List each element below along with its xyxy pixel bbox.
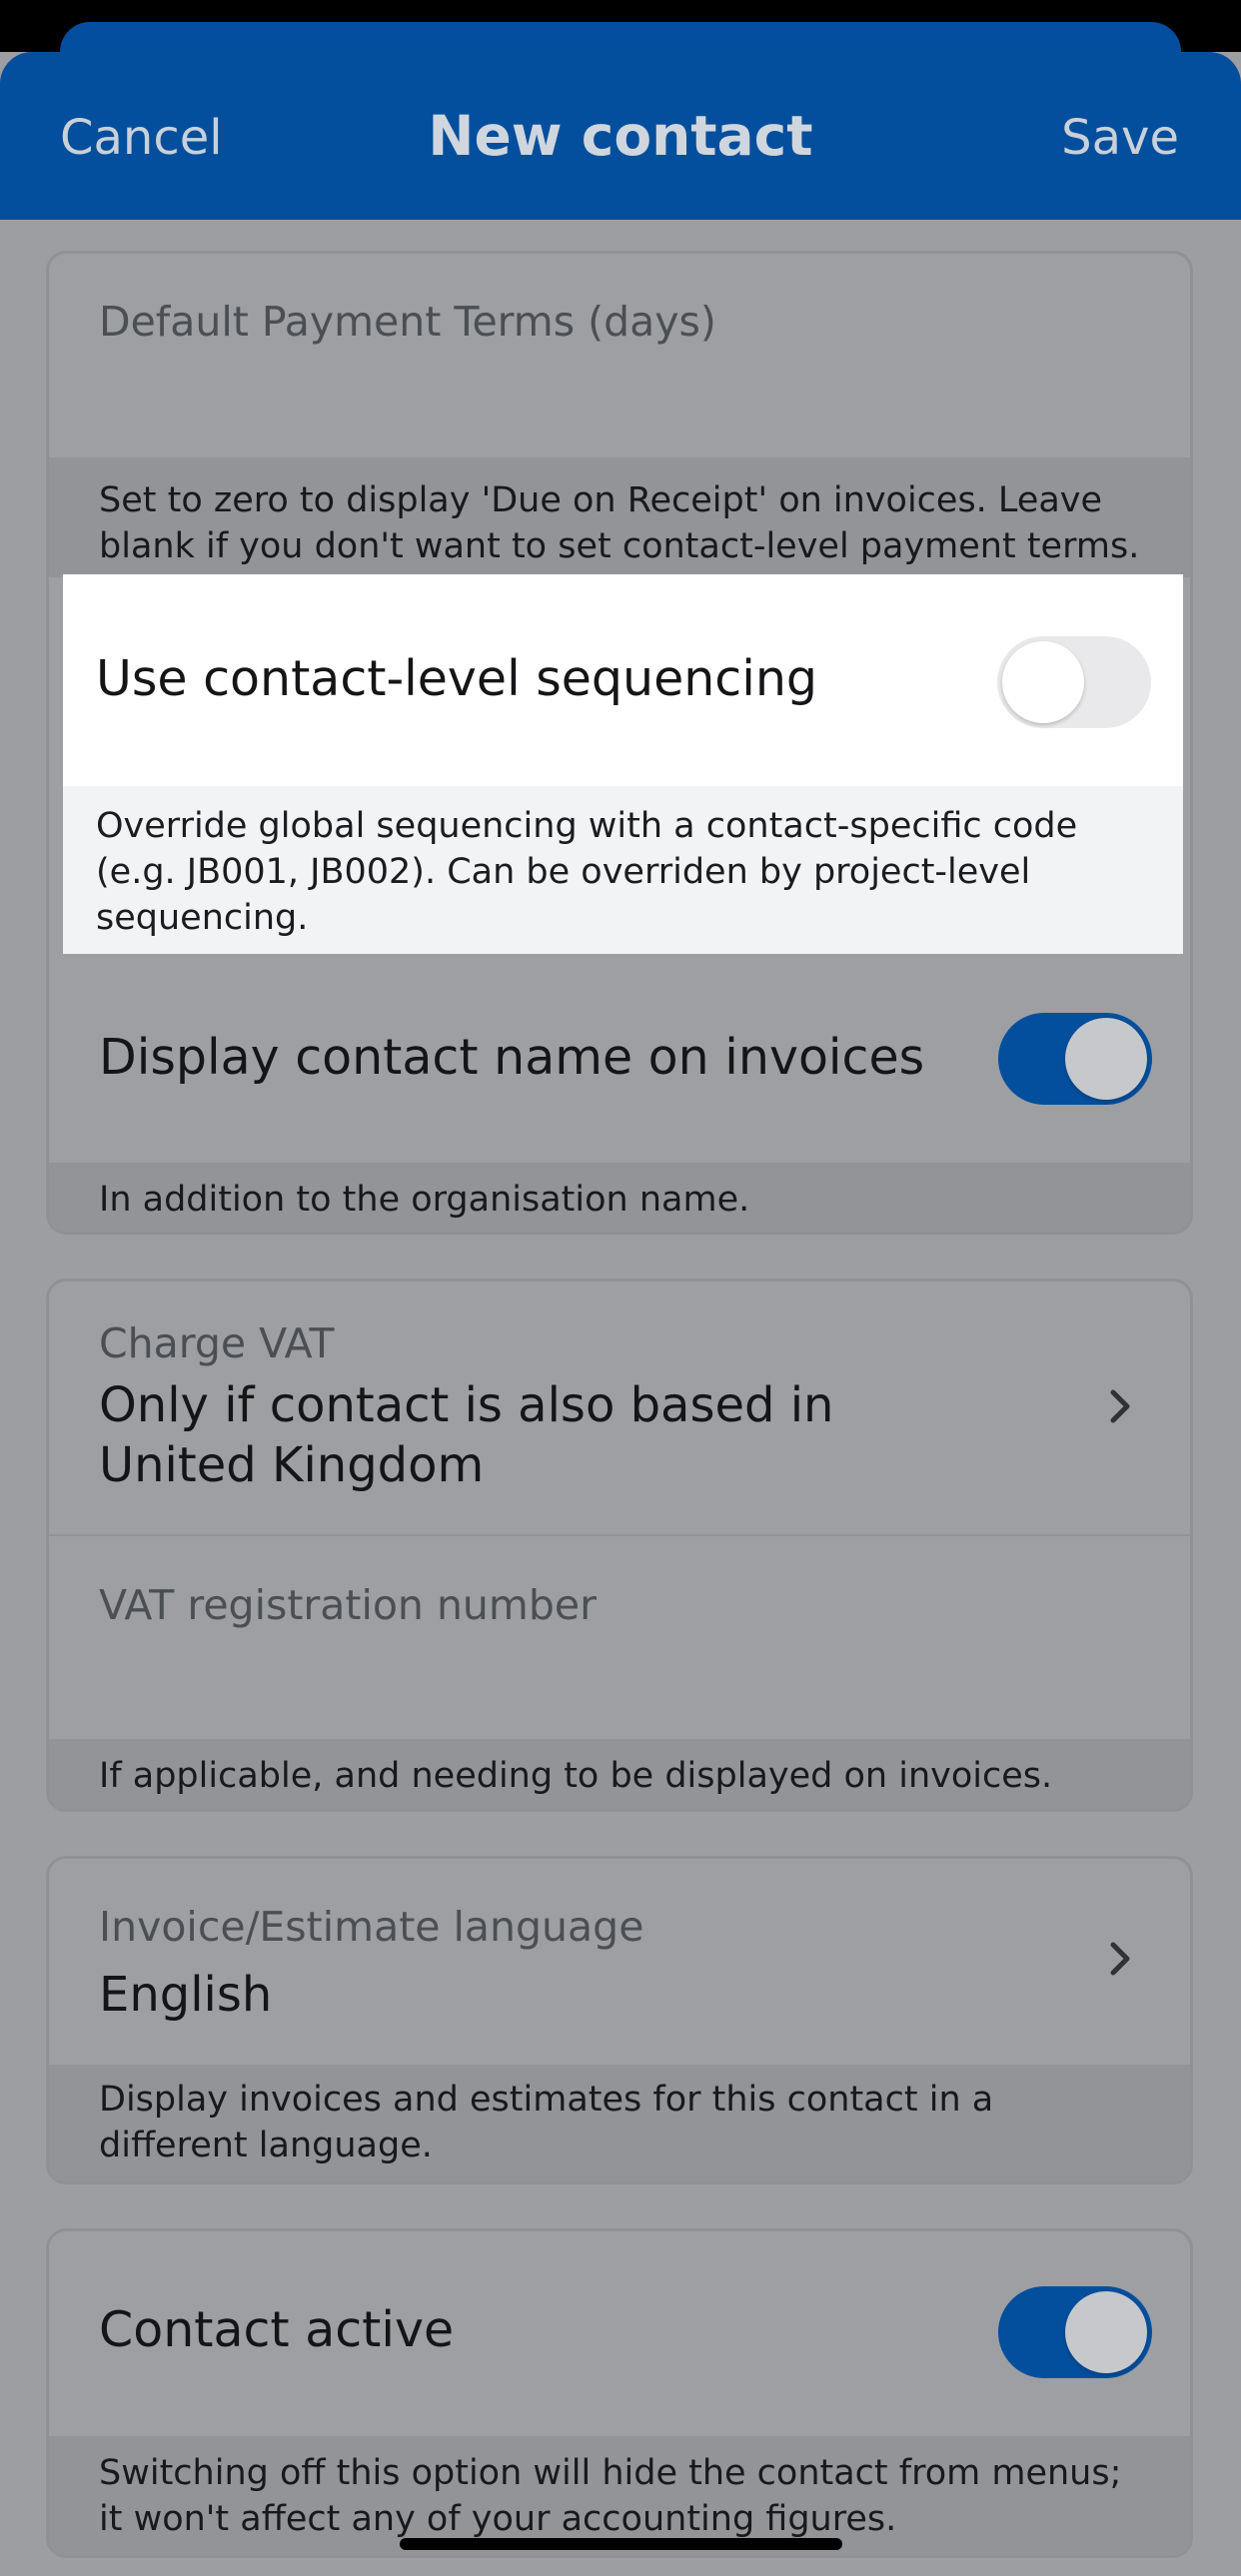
display-name-toggle[interactable] [998, 1013, 1152, 1105]
save-button[interactable]: Save [1061, 110, 1179, 166]
sequencing-row[interactable]: Use contact-level sequencing [63, 574, 1183, 786]
sequencing-footer: Override global sequencing with a contac… [96, 806, 1078, 938]
language-footer: Display invoices and estimates for this … [49, 2065, 1190, 2181]
payment-terms-footer: Set to zero to display 'Due on Receipt' … [49, 457, 1190, 577]
sequencing-section: Use contact-level sequencing Override gl… [63, 574, 1183, 954]
charge-vat-label: Charge VAT [99, 1319, 335, 1367]
contact-active-card: Contact active Switching off this option… [46, 2228, 1193, 2558]
sequencing-toggle[interactable] [997, 636, 1151, 728]
payment-terms-input[interactable]: Default Payment Terms (days) [99, 298, 716, 346]
chevron-right-icon [1110, 1389, 1130, 1423]
contact-active-label: Contact active [99, 2301, 455, 2358]
contact-active-toggle[interactable] [998, 2286, 1152, 2378]
charge-vat-value-line1: Only if contact is also based in [99, 1377, 834, 1433]
toggle-knob [1065, 1018, 1147, 1100]
language-row[interactable]: Invoice/Estimate language English [49, 1859, 1190, 2065]
language-card: Invoice/Estimate language English Displa… [46, 1856, 1193, 2184]
display-name-label: Display contact name on invoices [99, 1029, 925, 1086]
language-label: Invoice/Estimate language [99, 1903, 644, 1951]
language-value: English [99, 1967, 273, 2023]
sequencing-label: Use contact-level sequencing [96, 650, 818, 707]
chevron-right-icon [1110, 1942, 1130, 1976]
home-indicator [400, 2538, 842, 2550]
toggle-knob [1065, 2291, 1147, 2373]
navigation-bar: Cancel New contact Save [0, 52, 1241, 220]
display-name-footer: In addition to the organisation name. [49, 1163, 1190, 1232]
page-title: New contact [428, 104, 813, 168]
charge-vat-value-line2: United Kingdom [99, 1437, 485, 1493]
toggle-knob [1002, 641, 1084, 723]
vat-footer: If applicable, and needing to be display… [49, 1739, 1190, 1809]
vat-registration-input[interactable]: VAT registration number [99, 1581, 597, 1629]
charge-vat-row[interactable]: Charge VAT Only if contact is also based… [49, 1282, 1190, 1534]
divider [49, 1534, 1190, 1536]
vat-card: Charge VAT Only if contact is also based… [46, 1279, 1193, 1812]
